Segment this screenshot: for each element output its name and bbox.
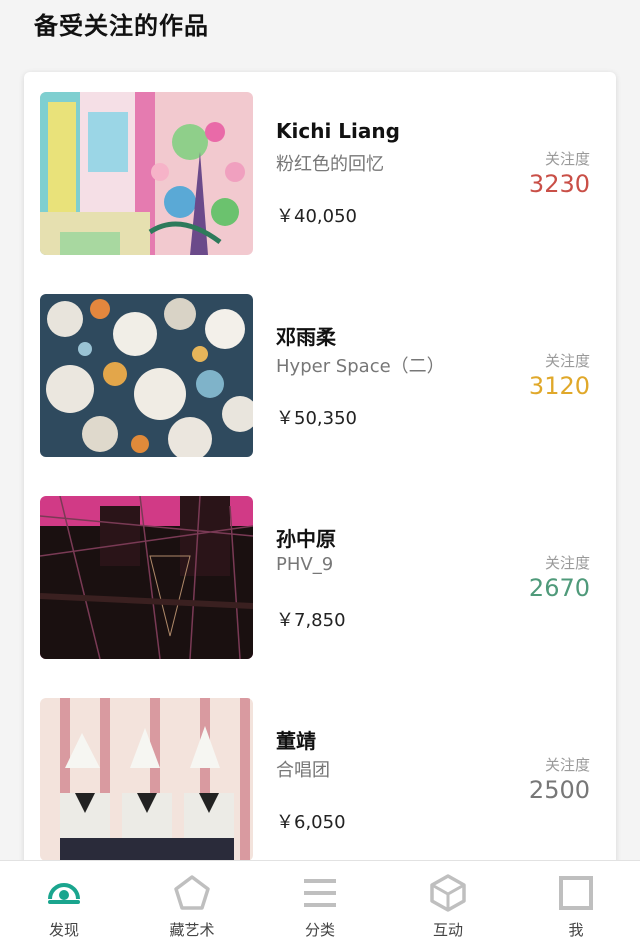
artwork-price: ￥7,850 (276, 610, 346, 631)
attention-value: 3230 (528, 170, 590, 198)
artwork-price: ￥40,050 (276, 206, 357, 227)
artwork-thumbnail[interactable] (40, 496, 253, 659)
attention-label: 关注度 (544, 554, 590, 572)
tab-label: 我 (568, 921, 584, 939)
artwork-item[interactable]: 董靖 合唱团 ￥6,050 关注度 2500 (24, 678, 616, 880)
attention-label: 关注度 (544, 756, 590, 774)
menu-lines-icon (300, 873, 340, 913)
tab-me[interactable]: 我 (512, 861, 640, 942)
artwork-image-pink-memory (40, 92, 253, 255)
artwork-thumbnail[interactable] (40, 92, 253, 255)
artwork-image-choir (40, 698, 253, 861)
artwork-thumbnail[interactable] (40, 294, 253, 457)
artwork-title: PHV_9 (276, 554, 334, 575)
tab-label: 分类 (304, 921, 335, 939)
artwork-price: ￥50,350 (276, 408, 357, 429)
square-icon (556, 873, 596, 913)
artwork-price: ￥6,050 (276, 812, 346, 833)
attention-value: 2670 (528, 574, 590, 602)
tab-discover[interactable]: 发现 (0, 861, 128, 942)
pentagon-icon (172, 873, 212, 913)
tab-label: 藏艺术 (169, 921, 215, 939)
artwork-image-hyper-space (40, 294, 253, 457)
attention-value: 3120 (528, 372, 590, 400)
artwork-item[interactable]: 孙中原 PHV_9 ￥7,850 关注度 2670 (24, 476, 616, 678)
section-title: 备受关注的作品 (34, 12, 209, 40)
artwork-title: Hyper Space（二） (276, 356, 445, 377)
tab-label: 发现 (48, 921, 79, 939)
attention-value: 2500 (528, 776, 590, 804)
attention-label: 关注度 (544, 150, 590, 168)
artwork-image-phv9 (40, 496, 253, 659)
tab-collect-art[interactable]: 藏艺术 (128, 861, 256, 942)
artwork-thumbnail[interactable] (40, 698, 253, 861)
artwork-title: 合唱团 (276, 760, 330, 781)
artist-name: Kichi Liang (276, 119, 400, 143)
tab-interact[interactable]: 互动 (384, 861, 512, 942)
artwork-item[interactable]: Kichi Liang 粉红色的回忆 ￥40,050 关注度 3230 (24, 72, 616, 274)
tab-label: 互动 (432, 921, 463, 939)
page: 备受关注的作品 Kichi Liang 粉红色的回忆 ￥40,050 关注度 3… (0, 0, 640, 942)
artist-name: 邓雨柔 (276, 325, 336, 349)
bottom-tab-bar: 发现 藏艺术 分类 互动 我 (0, 860, 640, 942)
artist-name: 董靖 (276, 729, 316, 753)
attention-label: 关注度 (544, 352, 590, 370)
artist-name: 孙中原 (276, 527, 336, 551)
cube-icon (428, 873, 468, 913)
artwork-list: Kichi Liang 粉红色的回忆 ￥40,050 关注度 3230 邓雨柔 … (24, 72, 616, 892)
artwork-item[interactable]: 邓雨柔 Hyper Space（二） ￥50,350 关注度 3120 (24, 274, 616, 476)
discover-icon (44, 873, 84, 913)
artwork-title: 粉红色的回忆 (276, 154, 384, 175)
tab-category[interactable]: 分类 (256, 861, 384, 942)
